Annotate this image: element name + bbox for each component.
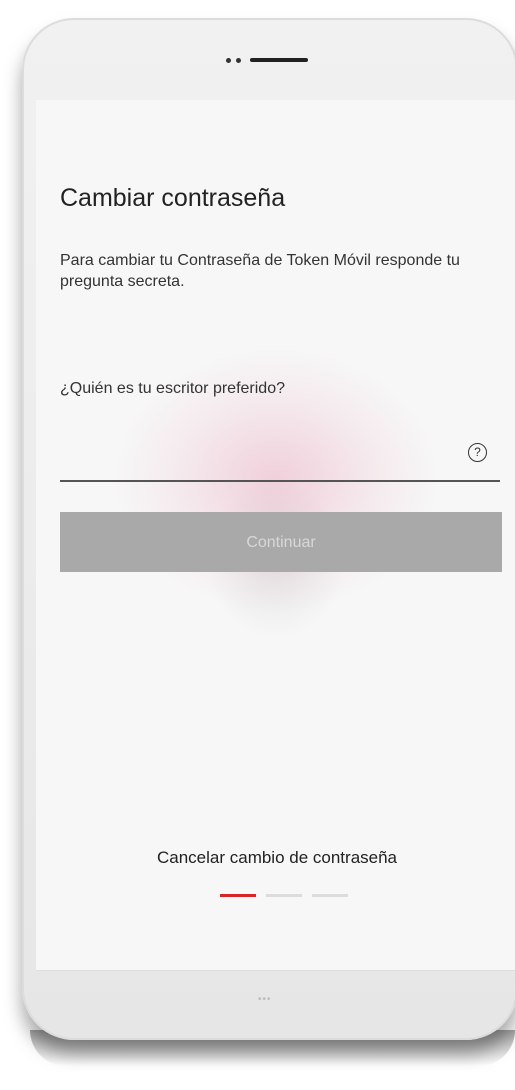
continue-button[interactable]: Continuar bbox=[60, 512, 502, 572]
question-circle-icon[interactable]: ? bbox=[468, 443, 487, 462]
step-1-indicator bbox=[220, 894, 256, 897]
step-3-indicator bbox=[312, 894, 348, 897]
page-title: Cambiar contraseña bbox=[60, 184, 286, 212]
sensor-icon bbox=[236, 58, 241, 63]
cancel-password-change-link[interactable]: Cancelar cambio de contraseña bbox=[36, 848, 515, 868]
instruction-text: Para cambiar tu Contraseña de Token Móvi… bbox=[60, 252, 460, 290]
step-2-indicator bbox=[266, 894, 302, 897]
secret-question-label: ¿Quién es tu escritor preferido? bbox=[60, 380, 285, 397]
secret-answer-input[interactable] bbox=[60, 430, 500, 482]
step-indicator bbox=[220, 894, 350, 898]
speaker-grille bbox=[250, 58, 308, 62]
home-indicator-icon: ••• bbox=[258, 994, 272, 1005]
navigation-divider bbox=[36, 970, 515, 971]
camera-icon bbox=[226, 58, 231, 63]
app-screen: Cambiar contraseña Para cambiar tu Contr… bbox=[36, 100, 515, 970]
